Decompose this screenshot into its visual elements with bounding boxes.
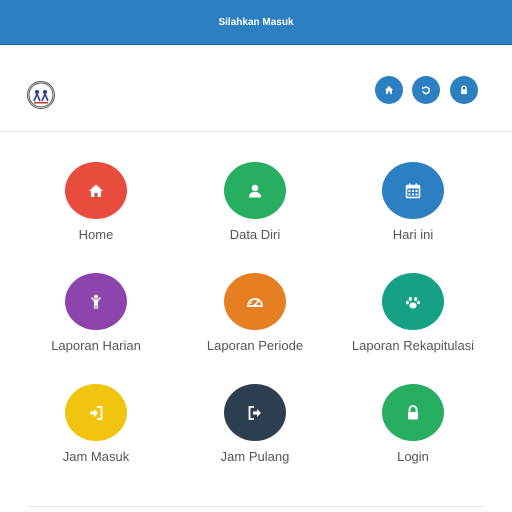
menu-label: Data Diri xyxy=(229,227,281,242)
menu-grid: Home Data Diri Hari ini Laporan Harian L… xyxy=(0,132,512,502)
menu-icon-circle xyxy=(224,384,286,441)
menu-item-laporan-periode[interactable]: Laporan Periode xyxy=(175,243,335,353)
school-logo xyxy=(27,81,55,109)
menu-item-laporan-rekapitulasi[interactable]: Laporan Rekapitulasi xyxy=(333,243,493,353)
home-icon xyxy=(89,184,103,197)
menu-icon-circle xyxy=(382,273,444,330)
calendar-icon xyxy=(405,183,421,198)
lock-icon xyxy=(461,85,467,94)
logo-icon xyxy=(28,82,54,108)
menu-label: Laporan Harian xyxy=(51,338,141,353)
child-icon xyxy=(91,294,101,309)
menu-label: Hari ini xyxy=(392,227,434,242)
menu-item-login[interactable]: Login xyxy=(333,354,493,464)
menu-label: Jam Masuk xyxy=(62,449,130,464)
menu-icon-circle xyxy=(65,384,127,441)
menu-label: Laporan Periode xyxy=(206,338,304,353)
user-icon xyxy=(249,184,261,197)
menu-icon-circle xyxy=(224,162,286,219)
sign-in-icon xyxy=(90,405,103,420)
page-title: Silahkan Masuk xyxy=(218,16,294,28)
header-row xyxy=(0,45,512,132)
menu-item-hari-ini[interactable]: Hari ini xyxy=(333,132,493,242)
menu-item-jam-masuk[interactable]: Jam Masuk xyxy=(16,354,176,464)
menu-item-jam-pulang[interactable]: Jam Pulang xyxy=(175,354,335,464)
refresh-button[interactable] xyxy=(412,76,440,104)
menu-item-home[interactable]: Home xyxy=(16,132,176,242)
menu-item-laporan-harian[interactable]: Laporan Harian xyxy=(16,243,176,353)
dashboard-icon xyxy=(247,297,263,307)
sign-out-icon xyxy=(248,405,261,420)
home-button[interactable] xyxy=(375,76,403,104)
home-icon xyxy=(385,86,393,94)
menu-icon-circle xyxy=(224,273,286,330)
divider xyxy=(28,506,484,507)
menu-icon-circle xyxy=(65,273,127,330)
top-bar: Silahkan Masuk xyxy=(0,0,512,45)
menu-label: Home xyxy=(78,227,114,242)
menu-icon-circle xyxy=(65,162,127,219)
lock-icon xyxy=(408,404,418,419)
lock-button[interactable] xyxy=(450,76,478,104)
menu-icon-circle xyxy=(382,384,444,441)
paw-icon xyxy=(406,296,420,308)
menu-label: Login xyxy=(397,449,429,464)
menu-label: Laporan Rekapitulasi xyxy=(351,338,475,353)
menu-item-data-diri[interactable]: Data Diri xyxy=(175,132,335,242)
menu-icon-circle xyxy=(382,162,444,219)
menu-label: Jam Pulang xyxy=(220,449,290,464)
undo-icon xyxy=(422,86,431,95)
